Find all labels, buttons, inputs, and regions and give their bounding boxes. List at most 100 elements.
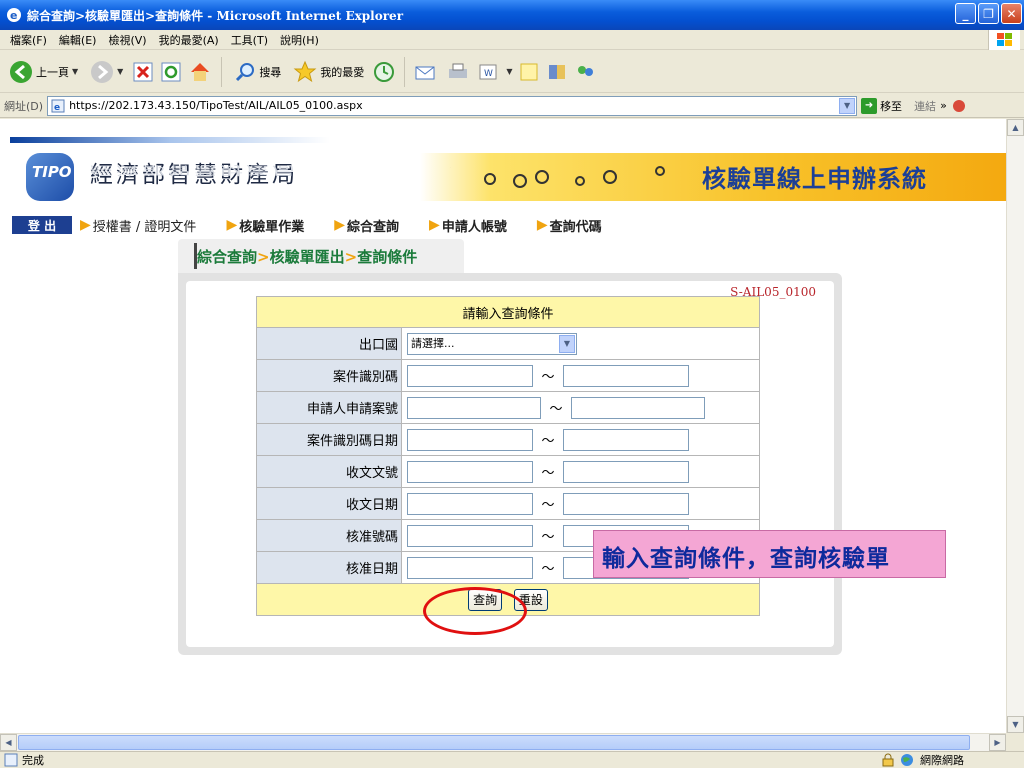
notes-icon[interactable] (518, 61, 540, 83)
application-no-to-input[interactable] (571, 396, 705, 419)
close-button[interactable]: ✕ (1001, 3, 1022, 24)
highlight-ellipse (423, 587, 527, 635)
scroll-right-icon[interactable]: ▶ (989, 734, 1006, 751)
edit-dropdown-icon[interactable]: ▼ (506, 67, 512, 76)
application-no-label: 申請人申請案號 (256, 391, 402, 424)
forward-arrow-icon (91, 60, 114, 83)
receipt-no-label: 收文文號 (256, 455, 402, 488)
address-input[interactable]: e https://202.173.43.150/TipoTest/AIL/AI… (47, 95, 858, 116)
print-icon[interactable] (446, 61, 470, 83)
scroll-left-icon[interactable]: ◀ (0, 734, 17, 751)
search-icon (236, 62, 255, 81)
case-id-date-to-input[interactable] (563, 428, 689, 451)
menu-file[interactable]: 檔案(F) (4, 32, 53, 48)
toolbar-extension-icon[interactable] (951, 98, 969, 114)
back-dropdown-icon[interactable]: ▼ (72, 67, 78, 76)
case-id-date-from-input[interactable] (407, 428, 533, 451)
approval-date-label: 核准日期 (256, 551, 402, 584)
receipt-no-to-input[interactable] (563, 460, 689, 483)
ie-icon: e (7, 8, 21, 22)
nav-arrow-icon: ▶ (536, 217, 548, 233)
receipt-date-from-input[interactable] (407, 492, 533, 515)
menu-view[interactable]: 檢視(V) (102, 32, 152, 48)
case-id-date-label: 案件識別碼日期 (256, 423, 402, 456)
menu-edit[interactable]: 編輯(E) (53, 32, 103, 48)
nav-applicant-account[interactable]: ▶ 申請人帳號 (429, 216, 507, 235)
chevron-down-icon: ▼ (559, 334, 575, 353)
nav-arrow-icon: ▶ (334, 217, 346, 233)
status-text: 完成 (22, 754, 44, 767)
home-icon[interactable] (188, 60, 212, 84)
windows-flag-icon (988, 30, 1020, 50)
lock-icon (882, 753, 894, 767)
nav-authorization[interactable]: ▶ 授權書 / 證明文件 (80, 216, 196, 235)
zone-label: 網際網路 (920, 754, 964, 767)
receipt-no-from-input[interactable] (407, 460, 533, 483)
links-label[interactable]: 連結 (914, 98, 936, 114)
approval-no-from-input[interactable] (407, 524, 533, 547)
menu-tools[interactable]: 工具(T) (225, 32, 274, 48)
address-dropdown-icon[interactable]: ▼ (839, 97, 856, 114)
org-name-reflection: 經濟部智慧財產局 (90, 163, 298, 177)
history-icon[interactable] (373, 61, 395, 83)
case-id-label: 案件識別碼 (256, 359, 402, 392)
approval-date-from-input[interactable] (407, 556, 533, 579)
nav-verification-form[interactable]: ▶ 核驗單作業 (226, 216, 304, 235)
go-arrow-icon: ➜ (861, 97, 878, 114)
maximize-button[interactable]: ❐ (978, 3, 999, 24)
mail-icon[interactable] (414, 61, 440, 83)
links-expand-icon[interactable]: » (940, 99, 947, 112)
main-nav: 登 出 ▶ 授權書 / 證明文件 ▶ 核驗單作業 ▶ 綜合查詢 ▶ 申請人帳號 ▶ 查詢代… (12, 215, 712, 235)
search-label: 搜尋 (259, 65, 282, 79)
go-button[interactable]: ➜ 移至 (861, 97, 903, 114)
search-button[interactable]: 搜尋 (231, 55, 284, 89)
stop-icon[interactable] (132, 61, 154, 83)
logout-button[interactable]: 登 出 (12, 216, 72, 234)
edit-word-icon[interactable]: W (476, 61, 500, 83)
nav-query-code[interactable]: ▶ 查詢代碼 (537, 216, 602, 235)
page-done-icon (4, 753, 18, 767)
case-id-from-input[interactable] (407, 364, 533, 387)
messenger-icon[interactable] (574, 61, 598, 83)
site-banner: TIPO 經濟部智慧財產局 經濟部智慧財產局 核驗單線上申辦系統 (10, 133, 1006, 211)
case-id-to-input[interactable] (563, 364, 689, 387)
application-no-from-input[interactable] (407, 396, 541, 419)
back-arrow-icon (10, 60, 32, 83)
country-select[interactable]: 請選擇... ▼ (407, 332, 577, 355)
go-label: 移至 (880, 99, 903, 113)
approval-no-label: 核准號碼 (256, 519, 402, 552)
address-label: 網址(D) (4, 99, 44, 113)
nav-general-query[interactable]: ▶ 綜合查詢 (334, 216, 399, 235)
horizontal-scrollbar[interactable]: ◀ ▶ (0, 733, 1006, 751)
scroll-down-icon[interactable]: ▼ (1007, 716, 1024, 733)
favorites-button[interactable]: 我的最愛 (290, 55, 367, 89)
menu-bar: 檔案(F) 編輯(E) 檢視(V) 我的最愛(A) 工具(T) 說明(H) (0, 30, 1024, 50)
annotation-callout: 輸入查詢條件，查詢核驗單 (593, 530, 946, 578)
scroll-up-icon[interactable]: ▲ (1007, 119, 1024, 136)
forward-dropdown-icon[interactable]: ▼ (117, 67, 123, 76)
back-button[interactable]: 上一頁 ▼ (6, 55, 81, 89)
vertical-scrollbar[interactable]: ▲ ▼ (1006, 119, 1024, 733)
window-title-bar: e 綜合查詢>核驗單匯出>查詢條件 - Microsoft Internet E… (0, 0, 1024, 30)
menu-favorites[interactable]: 我的最愛(A) (153, 32, 225, 48)
research-icon[interactable] (546, 61, 568, 83)
tipo-logo-text: TIPO (32, 163, 72, 181)
address-url: https://202.173.43.150/TipoTest/AIL/AIL0… (69, 99, 363, 112)
minimize-button[interactable]: _ (955, 3, 976, 24)
back-label: 上一頁 (36, 65, 69, 79)
breadcrumb: 綜合查詢>核驗單匯出>查詢條件 (197, 248, 418, 266)
system-name: 核驗單線上申辦系統 (702, 164, 927, 193)
refresh-icon[interactable] (160, 61, 182, 83)
favorites-label: 我的最愛 (320, 65, 365, 79)
receipt-date-to-input[interactable] (563, 492, 689, 515)
horizontal-scroll-thumb[interactable] (18, 735, 970, 750)
callout-text: 輸入查詢條件，查詢核驗單 (602, 545, 890, 572)
page-tab: 綜合查詢>核驗單匯出>查詢條件 (178, 239, 464, 273)
receipt-date-label: 收文日期 (256, 487, 402, 520)
menu-help[interactable]: 說明(H) (274, 32, 325, 48)
forward-button[interactable]: ▼ (87, 55, 126, 89)
svg-text:W: W (484, 69, 493, 79)
svg-text:e: e (10, 9, 17, 22)
nav-arrow-icon: ▶ (80, 217, 91, 233)
address-bar: 網址(D) e https://202.173.43.150/TipoTest/… (0, 94, 1024, 118)
